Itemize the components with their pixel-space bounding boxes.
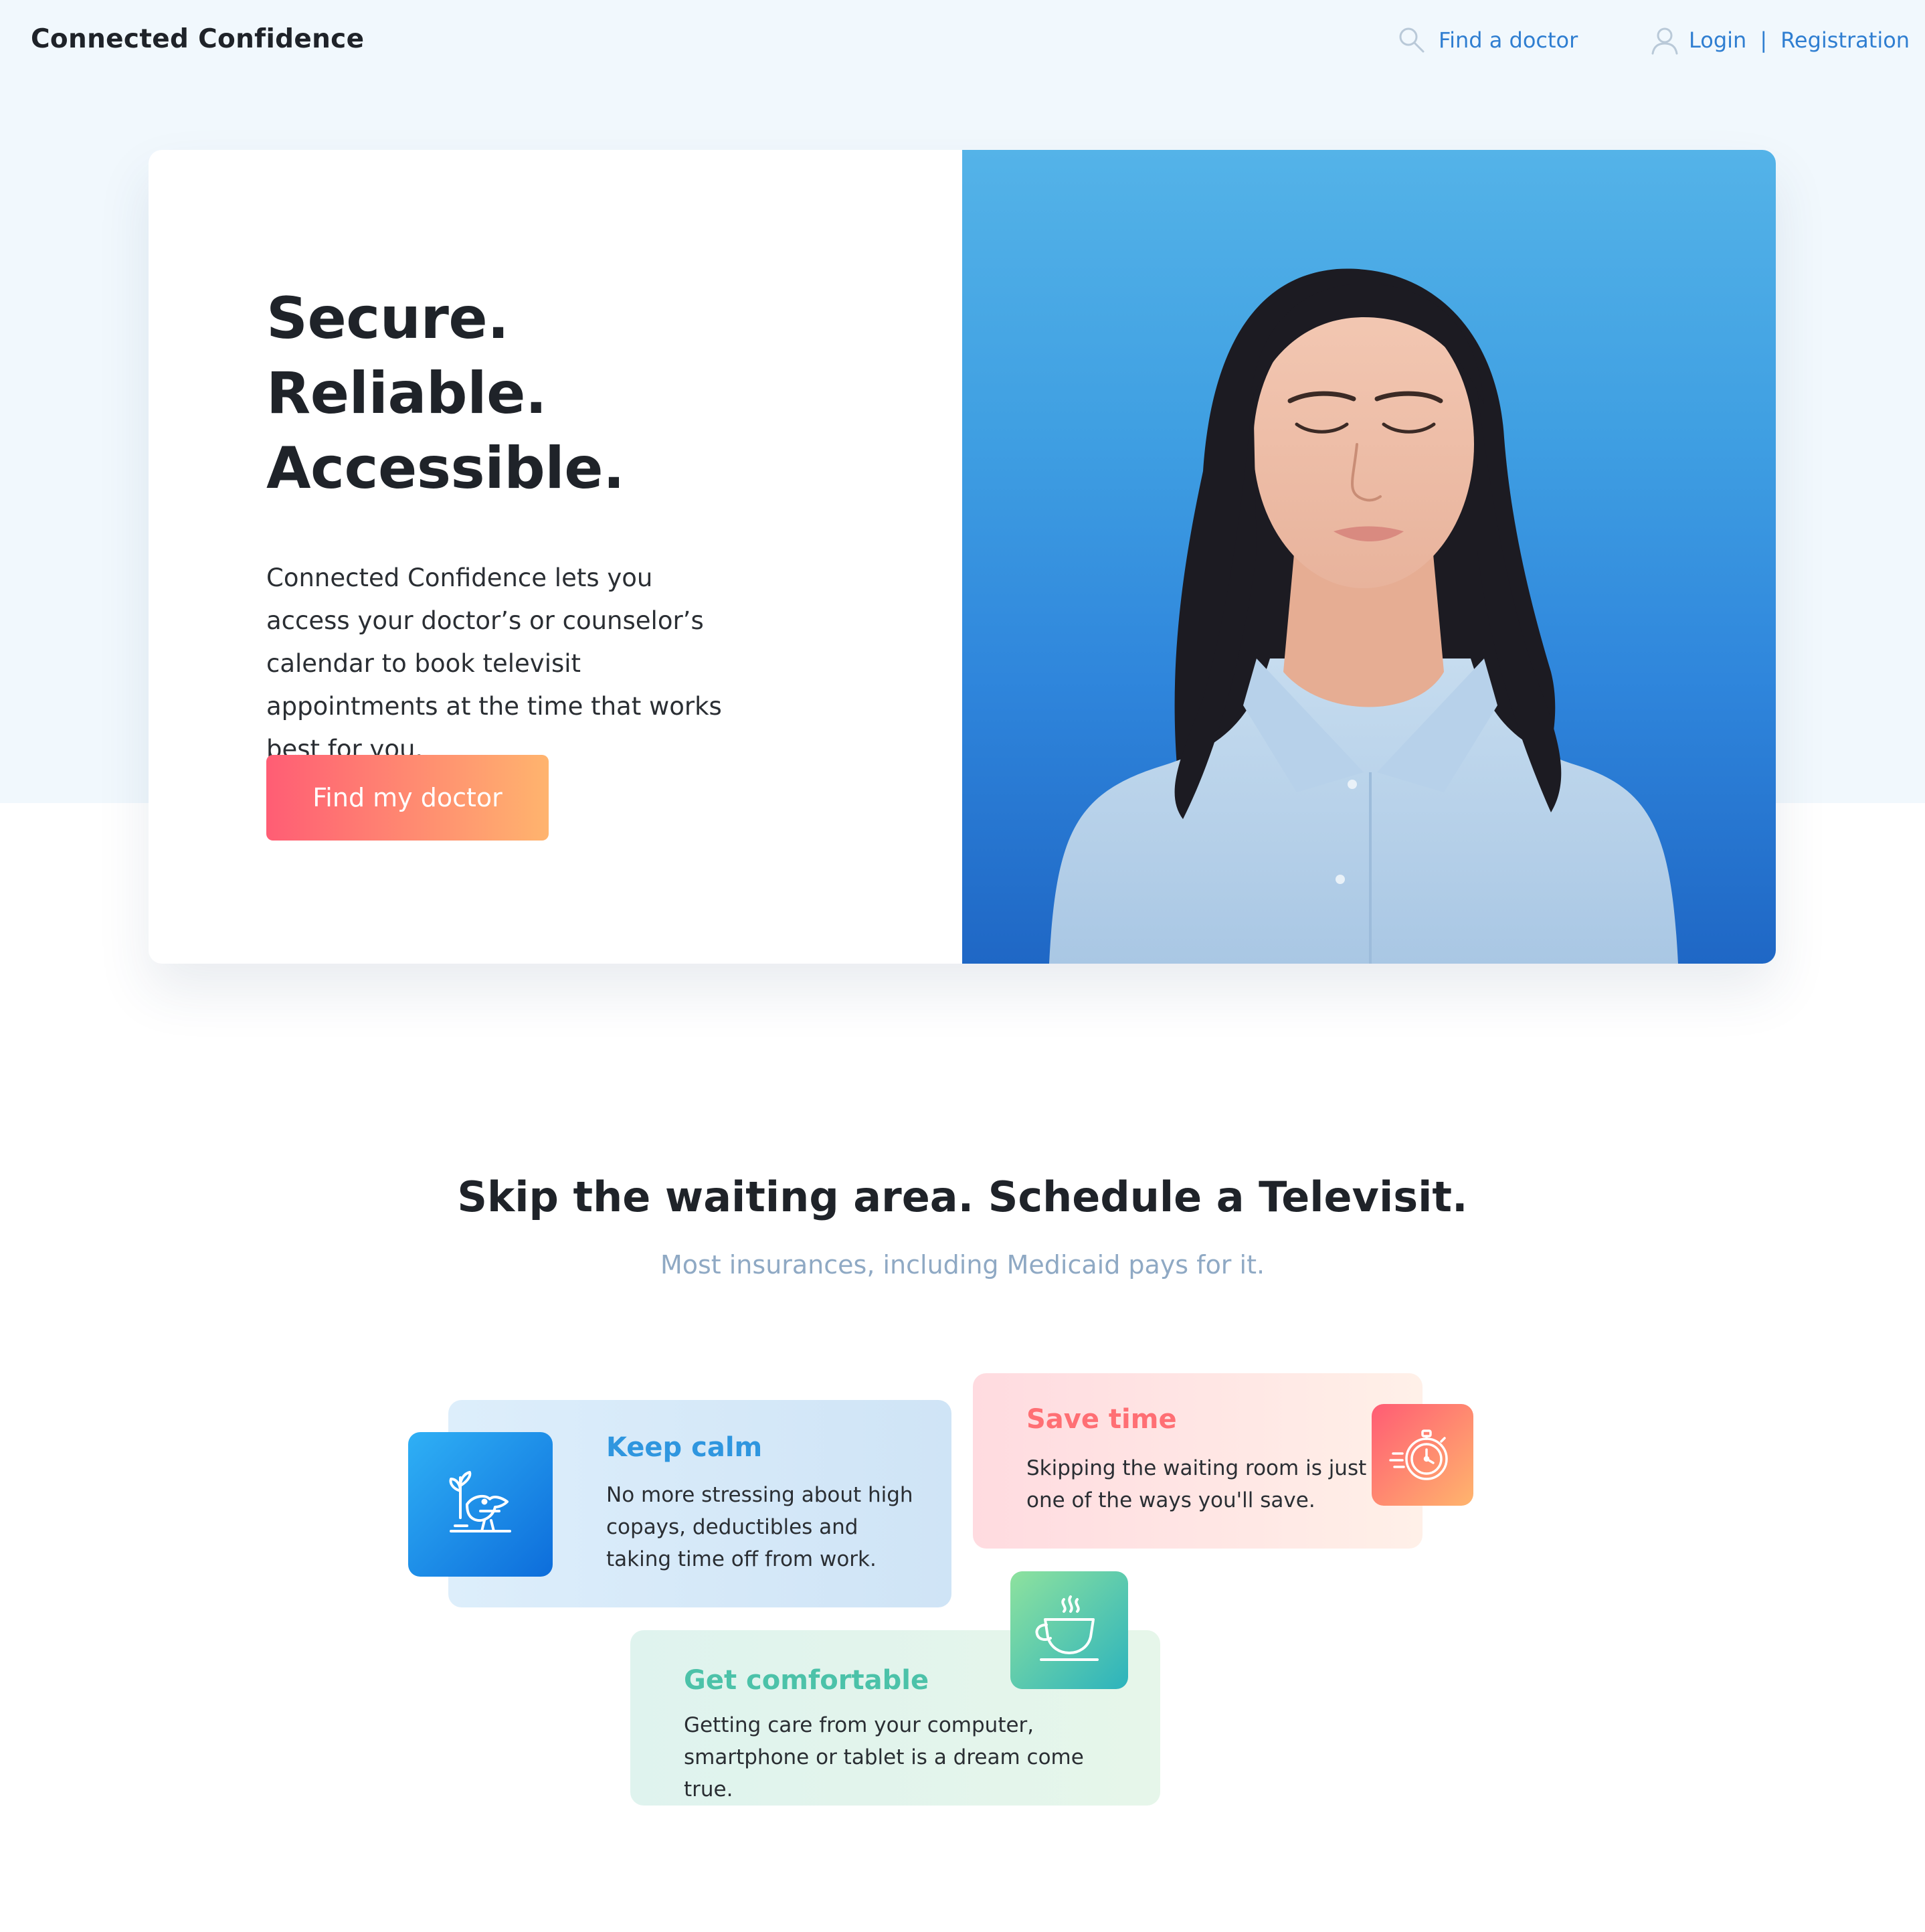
login-link[interactable]: Login: [1689, 27, 1746, 53]
feature-title: Keep calm: [606, 1432, 763, 1463]
bird-plant-icon: [408, 1432, 553, 1577]
feature-title: Get comfortable: [684, 1665, 929, 1696]
feature-body: Getting care from your computer, smartph…: [684, 1713, 1084, 1802]
search-icon: [1397, 25, 1427, 55]
coffee-cup-icon: [1010, 1571, 1128, 1689]
feature-card-save-time: Save time Skipping the waiting room is j…: [973, 1373, 1423, 1549]
hero-title: Secure. Reliable. Accessible.: [266, 281, 775, 506]
hero-text: Secure. Reliable. Accessible. Connected …: [266, 281, 775, 771]
find-doctor-link[interactable]: Find a doctor: [1439, 27, 1578, 53]
brand-logo[interactable]: Connected Confidence: [31, 24, 364, 54]
nav-auth: Login | Registration: [1650, 25, 1910, 55]
hero-title-line-2: Accessible.: [266, 435, 625, 502]
feature-body: Skipping the waiting room is just one of…: [1026, 1456, 1367, 1512]
woman-portrait-illustration: [1049, 268, 1678, 964]
nav-find-doctor[interactable]: Find a doctor: [1397, 25, 1578, 55]
hero-title-line-1: Secure. Reliable.: [266, 285, 547, 427]
feature-body: No more stressing about high copays, ded…: [606, 1483, 913, 1571]
feature-title: Save time: [1026, 1404, 1177, 1435]
hero-photo: [962, 150, 1776, 964]
hero-description: Connected Confidence lets you access you…: [266, 563, 722, 764]
registration-link[interactable]: Registration: [1780, 27, 1910, 53]
find-my-doctor-button[interactable]: Find my doctor: [266, 755, 549, 841]
nav-separator: |: [1760, 27, 1768, 53]
hero-card: Secure. Reliable. Accessible. Connected …: [149, 150, 1776, 964]
stopwatch-icon: [1372, 1404, 1473, 1506]
section-subtitle: Most insurances, including Medicaid pays…: [660, 1250, 1265, 1280]
section-title: Skip the waiting area. Schedule a Televi…: [457, 1172, 1468, 1221]
user-icon: [1650, 25, 1679, 55]
